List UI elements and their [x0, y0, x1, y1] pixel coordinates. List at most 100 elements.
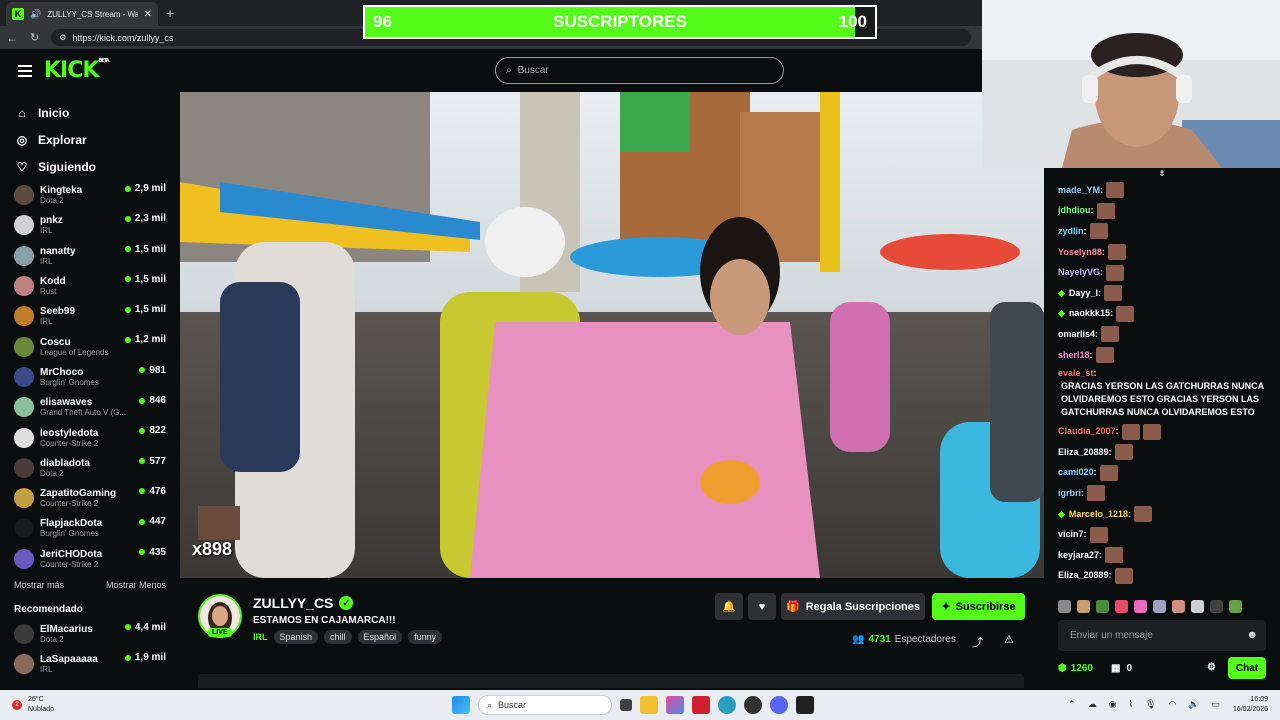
chrome-icon[interactable] [744, 696, 762, 714]
sidebar-channel[interactable]: elisawaves Grand Theft Auto V (G... 846 [0, 392, 180, 422]
report-icon[interactable]: ⚠ [1004, 633, 1014, 646]
new-tab-icon[interactable]: + [166, 5, 174, 21]
sidebar-channel[interactable]: pnkz IRL 2,3 mil [0, 210, 180, 240]
share-icon[interactable]: ⤴ [972, 634, 983, 650]
network-icon[interactable]: ⌇ [1129, 699, 1133, 710]
back-icon[interactable]: ← [6, 31, 18, 45]
sidebar-channel[interactable]: LaSapaaaaa IRL 1,9 mil [0, 649, 180, 679]
emote-icon[interactable] [1191, 600, 1204, 613]
follow-button[interactable]: ♥ [748, 593, 776, 620]
chat-username[interactable]: jdhdiou [1058, 204, 1091, 217]
chat-username[interactable]: omarlis4 [1058, 328, 1095, 341]
search-input[interactable]: ⌕ Buscar [495, 57, 784, 84]
points-icon[interactable]: ⬢ [1058, 663, 1067, 674]
emoji-icon[interactable]: ☻ [1246, 629, 1258, 641]
kick-logo[interactable]: KICKBETA [44, 58, 110, 83]
discord-icon[interactable] [770, 696, 788, 714]
speaker-icon[interactable]: 🔊 [30, 9, 41, 20]
chat-username[interactable]: Yoselyn88 [1058, 246, 1102, 259]
reload-icon[interactable]: ↻ [30, 31, 39, 44]
browser-tab[interactable]: K 🔊 ZULLYY_CS Stream - Watch Li ✕ [6, 2, 158, 26]
sidebar-channel[interactable]: FlapjackDota Burglin' Gnomes 447 [0, 513, 180, 543]
site-info-icon[interactable]: ⚙ [59, 33, 66, 42]
sidebar-channel[interactable]: Seeb99 IRL 1,5 mil [0, 301, 180, 331]
nav-explorar[interactable]: ◎ Explorar [0, 126, 180, 153]
close-tab-icon[interactable]: ✕ [144, 9, 152, 20]
nav-inicio[interactable]: ⌂ Inicio [0, 99, 180, 126]
weather-widget[interactable]: 2 26°C Nublado [12, 695, 54, 715]
sidebar-channel[interactable]: Kingteka Dota 2 2,9 mil [0, 180, 180, 210]
wifi-icon[interactable]: ◠ [1168, 699, 1176, 710]
emote-icon[interactable] [1153, 600, 1166, 613]
tag-chip[interactable]: chill [324, 630, 352, 644]
emote-icon[interactable] [1077, 600, 1090, 613]
chat-input[interactable]: Enviar un mensaje ☻ [1058, 620, 1266, 651]
chat-username[interactable]: keyjara27 [1058, 549, 1099, 562]
emote-icon[interactable] [1229, 600, 1242, 613]
edge-icon[interactable] [718, 696, 736, 714]
category-link[interactable]: IRL [253, 632, 268, 642]
app-tray-icon[interactable]: ◉ [1109, 699, 1117, 710]
store-icon[interactable]: ▦ [1111, 663, 1120, 674]
video-player[interactable]: x898 [180, 92, 1044, 578]
notification-bell-button[interactable]: 🔔 [715, 593, 743, 620]
show-less-button[interactable]: Mostrar Menos [106, 580, 166, 590]
sidebar-channel[interactable]: MrChoco Burglin' Gnomes 981 [0, 362, 180, 392]
chat-settings-icon[interactable]: ⚙ [1207, 662, 1216, 673]
sidebar-channel[interactable]: Kodd Rust 1,5 mil [0, 271, 180, 301]
chevron-up-icon[interactable]: ⌃ [1068, 699, 1076, 710]
channel-viewers: 447 [139, 516, 166, 527]
chat-username[interactable]: Claudia_2007 [1058, 425, 1116, 438]
sidebar-channel[interactable]: Coscu League of Legends 1,2 mil [0, 331, 180, 361]
chat-username[interactable]: Eliza_20889 [1058, 569, 1109, 582]
tag-chip[interactable]: Spanish [273, 630, 319, 644]
task-view-icon[interactable] [620, 699, 632, 711]
windows-start-icon[interactable] [452, 696, 470, 714]
chat-collapse-icon[interactable]: ⇟ [1044, 168, 1280, 178]
chat-username[interactable]: cami020 [1058, 466, 1094, 479]
streamer-name[interactable]: ZULLYY_CS ✓ [253, 595, 354, 611]
emote-icon[interactable] [1172, 600, 1185, 613]
taskbar-search[interactable]: ⌕ Buscar [478, 695, 612, 715]
sidebar-channel[interactable]: JeriCHODota Counter-Strike 2 435 [0, 544, 180, 574]
gift-subs-button[interactable]: 🎁 Regala Suscripciones [781, 593, 925, 620]
sidebar-channel[interactable]: nanatty IRL 1,5 mil [0, 241, 180, 271]
emote-icon[interactable] [1096, 600, 1109, 613]
sidebar-channel[interactable]: ZapatitoGaming Counter-Strike 2 476 [0, 483, 180, 513]
copilot-icon[interactable] [666, 696, 684, 714]
chat-username[interactable]: made_YM [1058, 184, 1100, 197]
nav-siguiendo[interactable]: ♡ Siguiendo [0, 153, 180, 180]
send-chat-button[interactable]: Chat [1228, 657, 1266, 679]
emote-icon[interactable] [1115, 600, 1128, 613]
emote-icon[interactable] [1134, 600, 1147, 613]
tag-chip[interactable]: funny [408, 630, 443, 644]
chat-username[interactable]: Marcelo_1218 [1069, 508, 1128, 521]
sidebar-channel[interactable]: leostyledota Counter-Strike 2 822 [0, 422, 180, 452]
cloud-icon[interactable]: ☁ [1088, 699, 1097, 710]
emote-icon[interactable] [1058, 600, 1071, 613]
emote-icon[interactable] [1210, 600, 1223, 613]
chat-username[interactable]: sherl18 [1058, 349, 1090, 362]
live-dot-icon [139, 518, 146, 525]
chat-username[interactable]: NayelyVG [1058, 266, 1100, 279]
sidebar-channel[interactable]: diabladota Dota 2 577 [0, 453, 180, 483]
chat-username[interactable]: igrbri [1058, 487, 1081, 500]
obs-icon[interactable] [796, 696, 814, 714]
show-more-button[interactable]: Mostrar más [14, 580, 64, 590]
chat-username[interactable]: vicin7 [1058, 528, 1084, 541]
sidebar-channel[interactable]: ElMacarius Dota 2 4,4 mil [0, 619, 180, 649]
chat-username[interactable]: Dayy_l [1069, 287, 1098, 300]
menu-icon[interactable] [18, 62, 32, 80]
microphone-icon[interactable]: 🎙 [1145, 699, 1156, 710]
chat-username[interactable]: naokkk15 [1069, 307, 1110, 320]
battery-icon[interactable]: ▭ [1211, 699, 1220, 710]
subscribe-button[interactable]: ✦ Suscribirse [932, 593, 1025, 620]
chat-username[interactable]: zydlin [1058, 225, 1084, 238]
file-explorer-icon[interactable] [640, 696, 658, 714]
tag-chip[interactable]: Español [357, 630, 403, 644]
app-icon[interactable] [692, 696, 710, 714]
volume-icon[interactable]: 🔊 [1188, 699, 1199, 710]
chat-username[interactable]: Eliza_20889 [1058, 446, 1109, 459]
chat-username[interactable]: evale_st [1058, 367, 1094, 380]
taskbar-clock[interactable]: 16:09 16/02/2026 [1233, 695, 1268, 715]
